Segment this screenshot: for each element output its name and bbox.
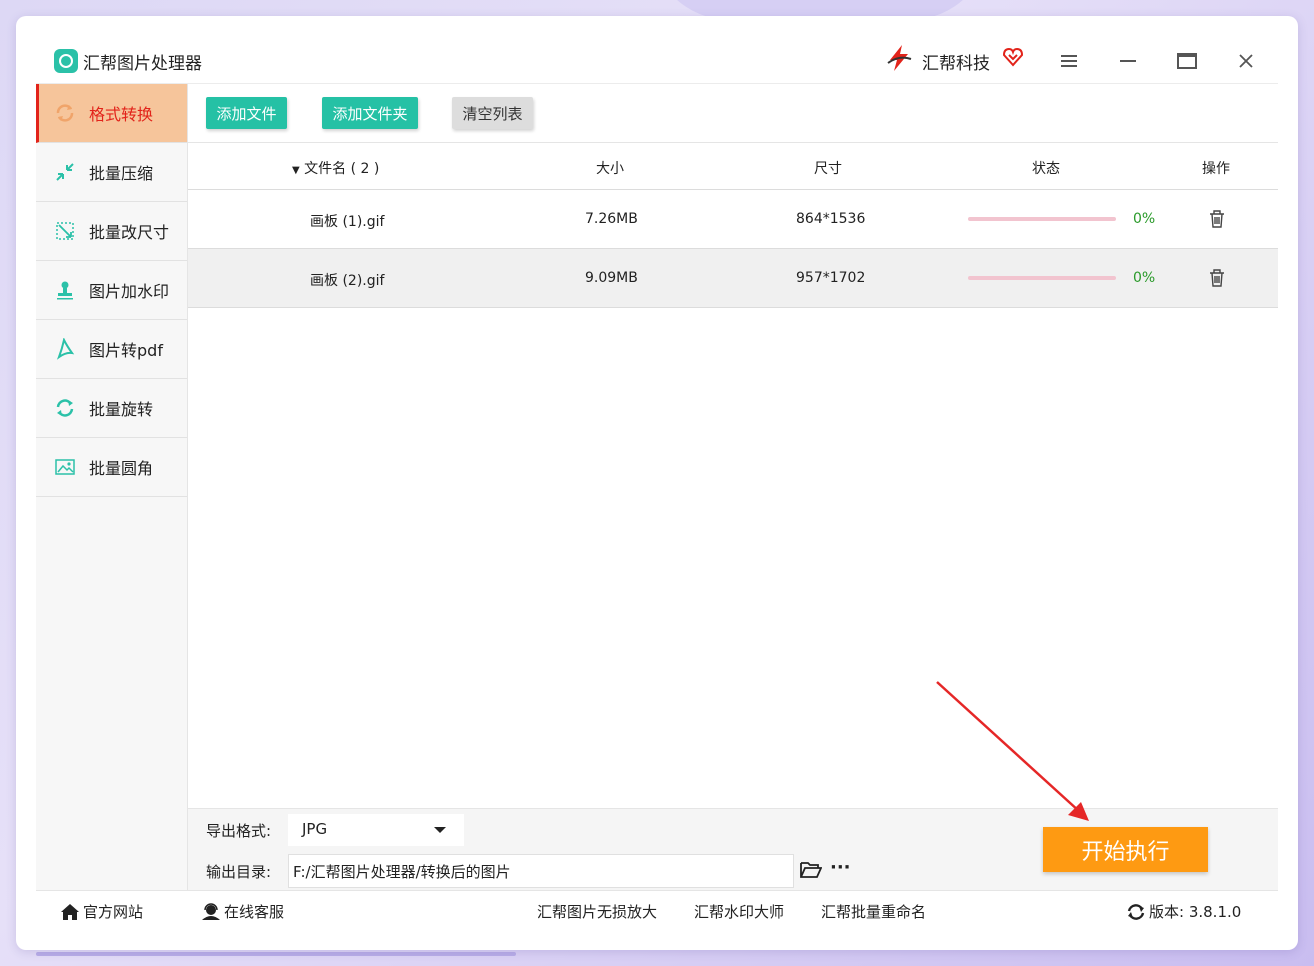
refresh-icon — [1127, 903, 1145, 920]
header-actions: 操作 — [1202, 161, 1230, 177]
version-label: 版本: 3.8.1.0 — [1149, 903, 1242, 921]
round-corner-icon — [55, 459, 75, 475]
row-status: 0% — [1133, 211, 1156, 227]
table-row[interactable]: 画板 (1).gif 7.26MB 864*1536 0% — [188, 190, 1278, 249]
trash-icon[interactable] — [1208, 209, 1226, 229]
header-size: 大小 — [596, 161, 624, 177]
rotate-icon — [56, 399, 74, 417]
pdf-icon — [56, 338, 75, 360]
convert-icon — [56, 104, 74, 122]
header-dimensions: 尺寸 — [814, 161, 842, 177]
row-size: 9.09MB — [585, 270, 638, 286]
trash-icon[interactable] — [1208, 268, 1226, 288]
header-status: 状态 — [1032, 161, 1060, 177]
sidebar-item-compress[interactable]: 批量压缩 — [36, 143, 187, 202]
customer-service-icon — [202, 902, 220, 920]
app-logo-icon — [54, 49, 78, 73]
website-label: 官方网站 — [83, 903, 144, 921]
support-link[interactable]: 在线客服 — [201, 901, 284, 922]
toolbar: 添加文件 添加文件夹 清空列表 — [188, 84, 1278, 143]
sidebar-item-rotate[interactable]: 批量旋转 — [36, 379, 187, 438]
output-settings: 导出格式: JPG 输出目录: ··· 开始执行 — [188, 808, 1278, 890]
more-icon[interactable]: ··· — [830, 857, 851, 878]
format-select[interactable]: JPG — [288, 814, 464, 846]
background-bar — [36, 952, 516, 956]
footer-link-rename[interactable]: 汇帮批量重命名 — [821, 901, 926, 922]
minimize-icon[interactable] — [1113, 46, 1143, 76]
clear-list-button[interactable]: 清空列表 — [452, 97, 533, 129]
row-dimensions: 957*1702 — [796, 270, 866, 286]
row-dimensions: 864*1536 — [796, 211, 866, 227]
sidebar-item-watermark[interactable]: 图片加水印 — [36, 261, 187, 320]
sidebar-item-round-corner[interactable]: 批量圆角 — [36, 438, 187, 497]
folder-open-icon[interactable] — [800, 861, 822, 879]
maximize-icon[interactable] — [1172, 46, 1202, 76]
header-filename: 文件名 ( 2 ) — [304, 161, 380, 177]
sidebar-item-label: 图片加水印 — [89, 282, 170, 301]
sidebar-item-label: 格式转换 — [89, 105, 154, 124]
row-filename: 画板 (2).gif — [310, 273, 385, 289]
footer-link-upscale[interactable]: 汇帮图片无损放大 — [537, 901, 657, 922]
app-window: 汇帮图片处理器 汇帮科技 格式转换 批量压缩 批量改尺寸 图片加水印 图片转pd… — [16, 16, 1298, 950]
row-status: 0% — [1133, 270, 1156, 286]
output-dir-input[interactable] — [288, 854, 794, 888]
brand-name[interactable]: 汇帮科技 — [922, 49, 990, 74]
table-row[interactable]: 画板 (2).gif 9.09MB 957*1702 0% — [188, 249, 1278, 308]
website-link[interactable]: 官方网站 — [60, 901, 143, 922]
resize-icon — [56, 222, 74, 240]
row-size: 7.26MB — [585, 211, 638, 227]
format-label: 导出格式: — [206, 822, 272, 840]
watermark-icon — [57, 281, 73, 300]
heart-icon[interactable] — [1002, 46, 1024, 68]
sidebar-item-pdf[interactable]: 图片转pdf — [36, 320, 187, 379]
progress-bar — [968, 276, 1116, 280]
start-button[interactable]: 开始执行 — [1043, 827, 1208, 872]
title-bar: 汇帮图片处理器 汇帮科技 — [36, 36, 1278, 84]
sidebar-item-format-convert[interactable]: 格式转换 — [36, 84, 187, 143]
close-icon[interactable] — [1231, 46, 1261, 76]
sort-caret-icon: ▼ — [292, 165, 300, 176]
menu-icon[interactable] — [1054, 46, 1084, 76]
dir-label: 输出目录: — [206, 863, 272, 881]
sidebar-item-resize[interactable]: 批量改尺寸 — [36, 202, 187, 261]
add-file-button[interactable]: 添加文件 — [206, 97, 287, 129]
format-value: JPG — [302, 820, 328, 838]
row-filename: 画板 (1).gif — [310, 214, 385, 230]
sidebar-item-label: 批量圆角 — [89, 459, 154, 478]
add-folder-button[interactable]: 添加文件夹 — [322, 97, 418, 129]
app-title: 汇帮图片处理器 — [83, 54, 202, 74]
brand-logo-icon — [887, 45, 912, 71]
footer-link-watermark[interactable]: 汇帮水印大师 — [694, 901, 784, 922]
table-header: ▼ 文件名 ( 2 ) 大小 尺寸 状态 操作 — [188, 143, 1278, 190]
compress-icon — [56, 163, 74, 181]
sidebar-item-label: 批量改尺寸 — [89, 223, 170, 242]
sidebar-item-label: 批量旋转 — [89, 400, 154, 419]
chevron-down-icon — [434, 827, 446, 833]
progress-bar — [968, 217, 1116, 221]
sidebar: 格式转换 批量压缩 批量改尺寸 图片加水印 图片转pdf 批量旋转 批量圆角 — [36, 84, 188, 890]
sidebar-item-label: 批量压缩 — [89, 164, 154, 183]
sort-filename-header[interactable]: ▼ 文件名 ( 2 ) — [292, 158, 379, 178]
version-info[interactable]: 版本: 3.8.1.0 — [1126, 901, 1241, 922]
home-icon — [61, 903, 79, 920]
support-label: 在线客服 — [224, 903, 285, 921]
footer: 官方网站 在线客服 汇帮图片无损放大 汇帮水印大师 汇帮批量重命名 版本: 3.… — [36, 890, 1278, 930]
sidebar-item-label: 图片转pdf — [89, 341, 163, 360]
